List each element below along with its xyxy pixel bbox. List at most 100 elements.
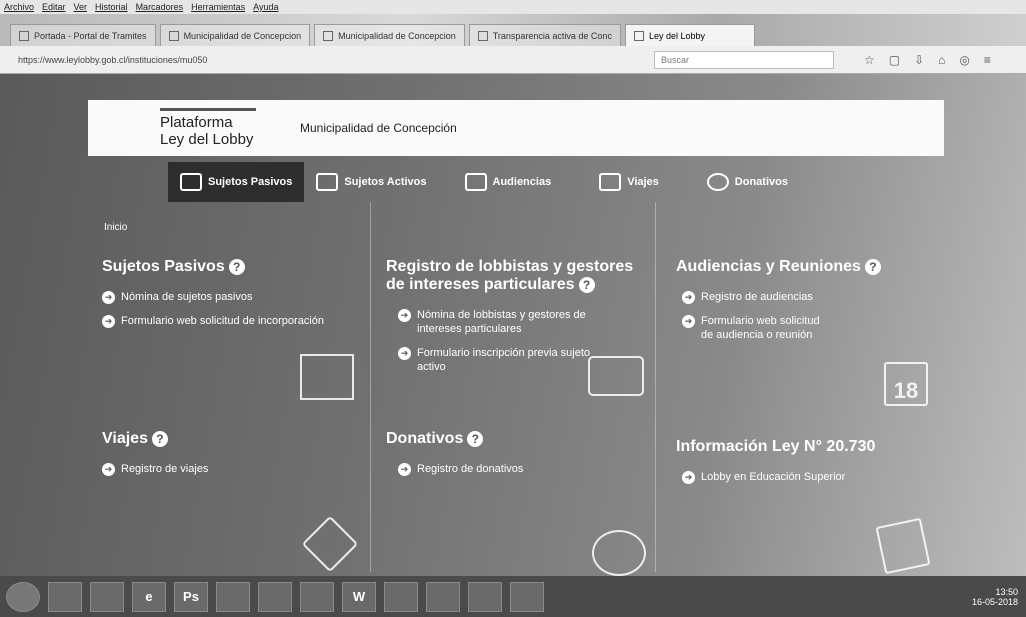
section-informacion: Información Ley N° 20.730 ➔ Lobby en Educ… [676, 438, 936, 494]
site-header: Plataforma Ley del Lobby Municipalidad d… [88, 100, 944, 156]
url-input[interactable]: https://www.leylobby.gob.cl/institucione… [18, 55, 578, 65]
help-icon[interactable]: ? [864, 258, 881, 275]
link-registro-audiencias[interactable]: ➔ Registro de audiencias [682, 290, 926, 304]
section-title: Información Ley N° 20.730 [676, 438, 876, 455]
section-title: Viajes? [102, 430, 352, 448]
link-registro-donativos[interactable]: ➔ Registro de donativos [398, 462, 646, 476]
menu-icon[interactable]: ≡ [984, 53, 991, 67]
menu-ayuda[interactable]: Ayuda [253, 2, 278, 12]
link-nomina-sujetos-pasivos[interactable]: ➔ Nómina de sujetos pasivos [102, 290, 352, 304]
link-formulario-sujeto-activo[interactable]: ➔ Formulario inscripción previa sujeto ac… [398, 346, 598, 374]
section-viajes: Viajes? ➔ Registro de viajes [102, 430, 352, 486]
search-input[interactable]: Buscar [654, 50, 834, 69]
buildings-icon [300, 354, 354, 400]
taskbar-app-desktop[interactable] [48, 581, 82, 612]
menu-bar: Archivo Editar Ver Historial Marcadores … [0, 0, 1026, 14]
column-divider [370, 202, 371, 572]
arrow-icon: ➔ [682, 291, 695, 304]
heart-icon [706, 173, 729, 191]
column-divider [655, 202, 656, 572]
toolbar-icons: ☆ ▢ ⇩ ⌂ ◎ ≡ [864, 53, 991, 67]
heart-large-icon [592, 530, 646, 576]
tab-bar: Portada - Portal de Tramites Municipalid… [0, 14, 1026, 46]
section-title: Registro de lobbistas y gestores de inte… [386, 258, 634, 293]
favicon-icon [477, 30, 488, 41]
menu-marcadores[interactable]: Marcadores [136, 2, 184, 12]
link-formulario-audiencia[interactable]: ➔ Formulario web solicitud de audiencia o… [682, 314, 832, 342]
airplane-large-icon [301, 515, 359, 573]
institution-name: Municipalidad de Concepción [300, 121, 457, 135]
taskbar-app-word[interactable]: W [342, 581, 376, 612]
building-icon [180, 173, 202, 191]
nav-sujetos-pasivos[interactable]: Sujetos Pasivos [168, 162, 305, 202]
download-icon[interactable]: ⇩ [914, 53, 924, 67]
help-icon[interactable]: ? [467, 430, 484, 447]
book-large-icon [875, 517, 931, 575]
menu-herramientas[interactable]: Herramientas [191, 2, 245, 12]
taskbar-app-reader[interactable] [510, 581, 544, 612]
calendar-large-icon: 18 [884, 362, 928, 406]
section-sujetos-pasivos: Sujetos Pasivos? ➔ Nómina de sujetos pasi… [102, 258, 352, 338]
shield-icon[interactable]: ◎ [959, 53, 969, 67]
favicon-icon [633, 30, 644, 41]
address-bar: https://www.leylobby.gob.cl/institucione… [0, 46, 1026, 74]
taskbar-app-chrome[interactable] [216, 581, 250, 612]
arrow-icon: ➔ [398, 309, 411, 322]
taskbar-app-photoshop[interactable]: Ps [174, 581, 208, 612]
nav-viajes[interactable]: Viajes [587, 162, 671, 202]
taskbar-app-firefox[interactable] [90, 581, 124, 612]
section-donativos: Donativos? ➔ Registro de donativos [386, 430, 646, 486]
tab-transparencia[interactable]: Transparencia activa de Conc [468, 24, 621, 46]
library-icon[interactable]: ▢ [889, 53, 900, 67]
arrow-icon: ➔ [682, 471, 695, 484]
arrow-icon: ➔ [398, 463, 411, 476]
system-clock[interactable]: 13:50 16-05-2018 [972, 587, 1018, 607]
nav-audiencias[interactable]: Audiencias [453, 162, 564, 202]
nav-donativos[interactable]: Donativos [695, 162, 800, 202]
favicon-icon [323, 30, 334, 41]
link-formulario-incorporacion[interactable]: ➔ Formulario web solicitud de incorporaci… [102, 314, 352, 328]
airplane-icon [599, 173, 622, 191]
link-registro-viajes[interactable]: ➔ Registro de viajes [102, 462, 352, 476]
tab-municipalidad-2[interactable]: Municipalidad de Concepcion [314, 24, 465, 46]
menu-historial[interactable]: Historial [95, 2, 128, 12]
taskbar-app-excel[interactable] [384, 581, 418, 612]
taskbar: e Ps W 13:50 16-05-2018 [0, 576, 1026, 617]
tab-portal-tramites[interactable]: Portada - Portal de Tramites [10, 24, 156, 46]
briefcase-large-icon [588, 356, 644, 396]
arrow-icon: ➔ [682, 315, 695, 328]
arrow-icon: ➔ [102, 291, 115, 304]
tab-municipalidad-1[interactable]: Municipalidad de Concepcion [159, 24, 311, 46]
menu-editar[interactable]: Editar [42, 2, 66, 12]
help-icon[interactable]: ? [151, 430, 168, 447]
taskbar-app-ie[interactable]: e [132, 581, 166, 612]
start-button[interactable] [6, 581, 40, 612]
calendar-icon [464, 173, 487, 191]
arrow-icon: ➔ [102, 463, 115, 476]
arrow-icon: ➔ [398, 347, 411, 360]
menu-archivo[interactable]: Archivo [4, 2, 34, 12]
bookmark-star-icon[interactable]: ☆ [864, 53, 875, 67]
section-title: Audiencias y Reuniones? [676, 258, 926, 276]
menu-ver[interactable]: Ver [74, 2, 88, 12]
taskbar-app-other[interactable] [468, 581, 502, 612]
home-icon[interactable]: ⌂ [938, 53, 945, 67]
taskbar-app-explorer[interactable] [258, 581, 292, 612]
nav-sujetos-activos[interactable]: Sujetos Activos [304, 162, 438, 202]
help-icon[interactable]: ? [228, 258, 245, 275]
breadcrumb[interactable]: Inicio [104, 222, 127, 233]
arrow-icon: ➔ [102, 315, 115, 328]
taskbar-app-calculator[interactable] [426, 581, 460, 612]
platform-logo[interactable]: Plataforma Ley del Lobby [160, 108, 300, 148]
page-content: Plataforma Ley del Lobby Municipalidad d… [0, 74, 1026, 576]
section-title: Sujetos Pasivos? [102, 258, 352, 276]
logo-bar [160, 108, 256, 111]
help-icon[interactable]: ? [578, 276, 595, 293]
section-audiencias: Audiencias y Reuniones? ➔ Registro de aud… [676, 258, 926, 352]
section-title: Donativos? [386, 430, 646, 448]
taskbar-app-outlook[interactable] [300, 581, 334, 612]
link-lobby-educacion[interactable]: ➔ Lobby en Educación Superior [682, 470, 936, 484]
briefcase-icon [316, 173, 339, 191]
tab-ley-lobby[interactable]: Ley del Lobby [624, 24, 755, 46]
link-nomina-lobbistas[interactable]: ➔ Nómina de lobbistas y gestores de inter… [398, 308, 598, 336]
